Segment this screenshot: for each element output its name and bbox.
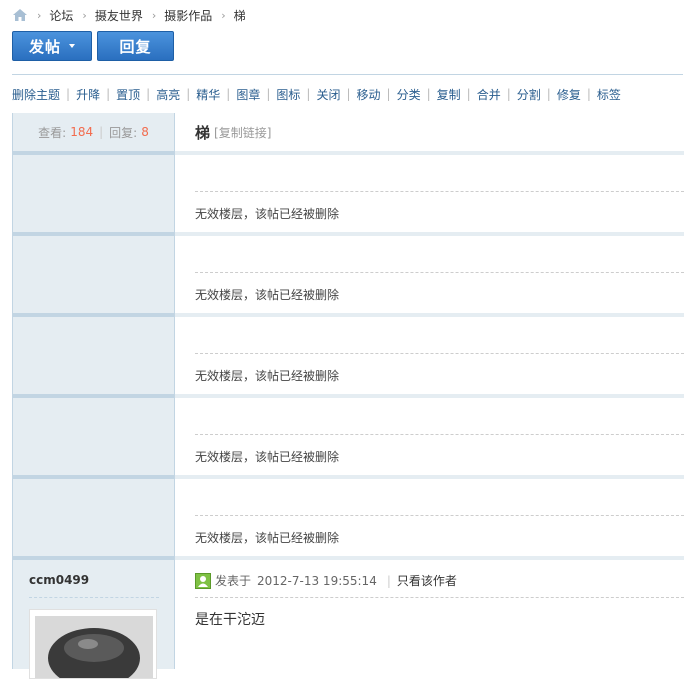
breadcrumb-current: 梯	[233, 8, 246, 23]
mod-move[interactable]: 移动	[357, 86, 381, 103]
breadcrumb-photo-world[interactable]: 摄友世界	[95, 7, 143, 24]
deleted-post: 无效楼层，该帖已经被删除	[13, 398, 684, 475]
new-post-label: 发帖	[28, 37, 61, 56]
mod-delete-thread[interactable]: 删除主题	[12, 86, 60, 103]
post-author[interactable]: ccm0499	[29, 573, 89, 587]
copy-link[interactable]: [复制链接]	[214, 124, 271, 141]
mod-sticky[interactable]: 置顶	[116, 86, 140, 103]
deleted-post-message: 无效楼层，该帖已经被删除	[195, 450, 340, 464]
deleted-post-message: 无效楼层，该帖已经被删除	[195, 369, 340, 383]
online-status-icon	[195, 572, 211, 589]
deleted-post: 无效楼层，该帖已经被删除	[13, 155, 684, 232]
chevron-right-icon: ›	[151, 8, 157, 22]
mod-tags[interactable]: 标签	[597, 86, 621, 103]
breadcrumb-forum[interactable]: 论坛	[49, 7, 73, 24]
mod-digest[interactable]: 精华	[196, 86, 220, 103]
views-count: 184	[70, 125, 94, 139]
mod-highlight[interactable]: 高亮	[156, 86, 180, 103]
deleted-post: 无效楼层，该帖已经被删除	[13, 236, 684, 313]
mod-split[interactable]: 分割	[517, 86, 541, 103]
divider	[12, 74, 683, 75]
deleted-post: 无效楼层，该帖已经被删除	[13, 479, 684, 556]
post: ccm0499 发表于 2012-7-13 19:55:14 | 只看该作者 是…	[13, 561, 684, 679]
moderation-toolbar: 删除主题 | 升降 | 置顶 | 高亮 | 精华 | 图章 | 图标 | 关闭 | 移动 | 分类…	[12, 86, 621, 103]
breadcrumb-photo-works[interactable]: 摄影作品	[164, 7, 212, 24]
replies-count: 8	[141, 125, 149, 139]
mod-icon[interactable]: 图标	[276, 86, 300, 103]
thread-header: 查看: 184 | 回复: 8 梯 [复制链接]	[13, 113, 684, 151]
mod-copy[interactable]: 复制	[437, 86, 461, 103]
post-meta: 发表于 2012-7-13 19:55:14 | 只看该作者	[195, 572, 457, 589]
mod-close[interactable]: 关闭	[316, 86, 340, 103]
deleted-post: 无效楼层，该帖已经被删除	[13, 317, 684, 394]
reply-button[interactable]: 回复	[97, 31, 174, 61]
mod-repair[interactable]: 修复	[557, 86, 581, 103]
posted-label: 发表于	[215, 574, 252, 588]
mod-category[interactable]: 分类	[397, 86, 421, 103]
breadcrumb: › 论坛 › 摄友世界 › 摄影作品 › 梯	[12, 6, 246, 24]
mod-stamp[interactable]: 图章	[236, 86, 260, 103]
thread-table: 查看: 184 | 回复: 8 梯 [复制链接] 无效楼层，该帖已经被删除 无效…	[12, 113, 684, 679]
deleted-post-message: 无效楼层，该帖已经被删除	[195, 531, 340, 545]
views-label: 查看:	[38, 125, 67, 140]
chevron-right-icon: ›	[82, 8, 87, 22]
chevron-right-icon: ›	[221, 8, 226, 22]
replies-label: 回复:	[109, 125, 138, 140]
only-author-link[interactable]: 只看该作者	[397, 572, 457, 589]
new-post-button[interactable]: 发帖	[12, 31, 92, 61]
deleted-post-message: 无效楼层，该帖已经被删除	[195, 288, 340, 302]
chevron-right-icon: ›	[37, 8, 42, 22]
thread-stats: 查看: 184 | 回复: 8	[38, 125, 149, 140]
post-time: 2012-7-13 19:55:14	[257, 573, 377, 588]
mod-merge[interactable]: 合并	[477, 86, 501, 103]
home-icon[interactable]	[12, 8, 28, 22]
deleted-post-message: 无效楼层，该帖已经被删除	[195, 207, 340, 221]
row-separator	[13, 556, 684, 560]
caret-down-icon	[69, 44, 75, 48]
mod-bump[interactable]: 升降	[76, 86, 100, 103]
thread-title: 梯	[195, 123, 211, 142]
post-content: 是在干沱迈	[195, 612, 265, 628]
reply-label: 回复	[119, 37, 152, 56]
